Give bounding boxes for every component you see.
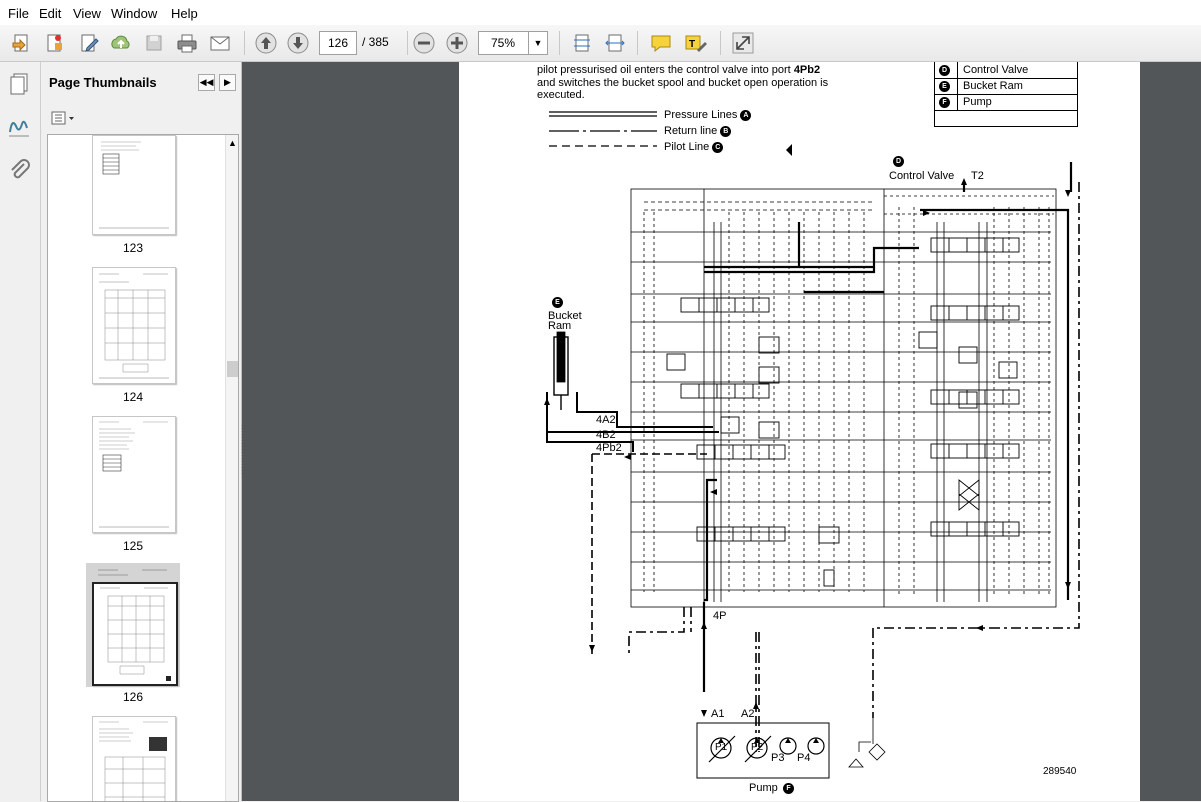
thumbnail-page-current[interactable] — [92, 582, 178, 686]
label-letter-f: F — [783, 783, 794, 794]
menu-window[interactable]: Window — [111, 6, 157, 21]
label-control-valve: Control Valve — [889, 170, 955, 182]
label-4a2: 4A2 — [596, 414, 616, 426]
email-icon[interactable] — [207, 30, 233, 56]
thumbnail-page[interactable] — [92, 716, 176, 801]
panel-title: Page Thumbnails — [49, 75, 157, 90]
toolbar-separator — [720, 31, 721, 55]
figure-id: 289540 — [1043, 766, 1077, 777]
scrollbar-thumb[interactable] — [227, 361, 238, 377]
thumbnail-page[interactable] — [92, 267, 176, 384]
fit-page-icon[interactable] — [569, 30, 595, 56]
hydraulic-diagram — [544, 144, 1080, 779]
label-ram: Ram — [548, 320, 572, 332]
edit-document-icon[interactable] — [76, 30, 102, 56]
save-icon[interactable] — [141, 30, 167, 56]
thumbnail-label: 125 — [122, 539, 144, 553]
menu-help[interactable]: Help — [171, 6, 198, 21]
label-p1: P1 — [715, 742, 728, 753]
thumbnail-page[interactable] — [92, 416, 176, 533]
label-p4: P4 — [797, 752, 811, 764]
page-count: / 385 — [362, 35, 389, 49]
document-page: pilot pressurised oil enters the control… — [459, 62, 1140, 801]
highlight-text-icon[interactable]: T — [682, 30, 708, 56]
thumbnail-label: 126 — [122, 690, 144, 704]
thumbnail-options-button[interactable] — [49, 108, 79, 128]
label-4b2: 4B2 — [596, 429, 616, 441]
thumbnail-label: 123 — [122, 241, 144, 255]
zoom-value: 75% — [491, 36, 516, 50]
toolbar-separator — [559, 31, 560, 55]
previous-page-icon[interactable] — [253, 30, 279, 56]
thumbnail-scrollbar[interactable]: ▲ — [225, 135, 238, 801]
page-number-input[interactable]: 126 — [319, 31, 357, 55]
navigation-rail — [0, 62, 41, 801]
chevron-down-icon[interactable]: ▼ — [528, 32, 547, 54]
next-panel-icon[interactable]: ▶ — [219, 74, 236, 91]
label-pump: Pump — [749, 782, 778, 794]
label-t2: T2 — [971, 170, 984, 182]
toolbar-separator — [637, 31, 638, 55]
toolbar: T — [0, 25, 1201, 62]
label-4p: 4P — [713, 610, 727, 622]
comment-icon[interactable] — [648, 30, 674, 56]
thumbnail-header-lines — [92, 567, 174, 579]
label-p2: P2 — [751, 742, 764, 753]
svg-text:T: T — [689, 39, 695, 50]
expand-icon[interactable] — [730, 30, 756, 56]
toolbar-separator — [244, 31, 245, 55]
page-thumbnails-icon[interactable] — [8, 71, 32, 98]
label-a2: A2 — [741, 708, 755, 720]
signatures-icon[interactable] — [6, 114, 32, 143]
thumbnail-list: 123 124 125 126 ▲ — [47, 134, 239, 802]
label-a1: A1 — [711, 708, 725, 720]
collapse-panel-icon[interactable]: ◀◀ — [198, 74, 215, 91]
toolbar-separator — [407, 31, 408, 55]
label-4pb2: 4Pb2 — [596, 442, 622, 454]
thumbnail-page[interactable] — [92, 135, 176, 235]
cloud-upload-icon[interactable] — [108, 30, 134, 56]
label-p3: P3 — [771, 752, 785, 764]
menu-edit[interactable]: Edit — [39, 6, 61, 21]
document-viewer[interactable]: pilot pressurised oil enters the control… — [242, 62, 1201, 801]
page-thumbnails-panel: Page Thumbnails ◀◀ ▶ 123 124 125 126 ▲ — [41, 62, 242, 802]
attachments-icon[interactable] — [8, 158, 32, 187]
zoom-in-icon[interactable] — [444, 30, 470, 56]
next-page-icon[interactable] — [285, 30, 311, 56]
label-letter-e: E — [552, 297, 563, 308]
label-letter-d: D — [893, 156, 904, 167]
open-file-icon[interactable] — [8, 30, 34, 56]
zoom-out-icon[interactable] — [411, 30, 437, 56]
menu-bar: File Edit View Window Help — [0, 0, 1201, 26]
scroll-up-icon[interactable]: ▲ — [228, 138, 237, 148]
thumbnail-label: 124 — [122, 390, 144, 404]
create-pdf-icon[interactable] — [42, 30, 68, 56]
menu-file[interactable]: File — [8, 6, 29, 21]
menu-view[interactable]: View — [73, 6, 101, 21]
zoom-select[interactable]: 75% ▼ — [478, 31, 548, 55]
print-icon[interactable] — [174, 30, 200, 56]
fit-width-icon[interactable] — [602, 30, 628, 56]
